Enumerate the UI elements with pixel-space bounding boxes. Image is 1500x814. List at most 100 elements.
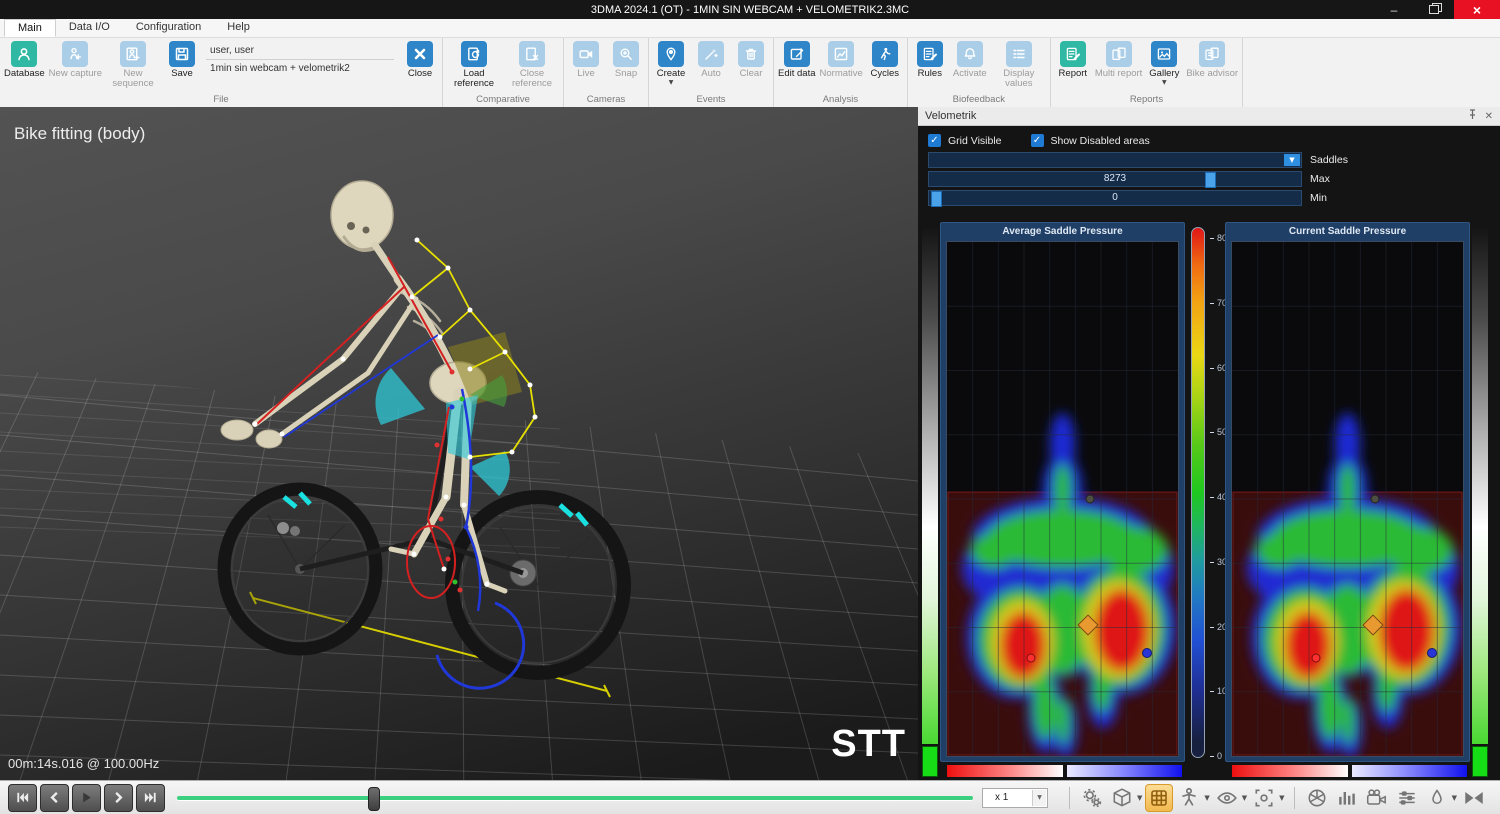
display-values-list-icon xyxy=(1006,41,1032,67)
settings-gears-button[interactable] xyxy=(1078,784,1106,812)
gallery-dropdown-caret[interactable]: ▼ xyxy=(1162,80,1167,86)
live-button[interactable]: Live xyxy=(566,41,606,79)
new-capture-button[interactable]: New capture xyxy=(47,41,104,79)
sliders-button[interactable] xyxy=(1393,784,1421,812)
snap-button[interactable]: Snap xyxy=(606,41,646,79)
tab-main[interactable]: Main xyxy=(4,19,56,37)
grid-view-button[interactable] xyxy=(1145,784,1173,812)
3d-viewport[interactable]: Bike fitting (body) 00m:14s.016 @ 100.00… xyxy=(0,107,918,780)
chart-button[interactable] xyxy=(1333,784,1361,812)
load-reference-label: Load reference xyxy=(447,69,501,90)
edit-data-button[interactable]: Edit data xyxy=(776,41,818,79)
group-comparative: Load reference Close reference Comparati… xyxy=(443,38,564,107)
thermometer-dropdown-caret[interactable]: ▼ xyxy=(1452,794,1457,802)
grid-visible-checkbox[interactable]: ✓ xyxy=(928,134,941,147)
skeleton-dropdown-caret[interactable]: ▼ xyxy=(1204,794,1209,802)
right-force-gradient-bar xyxy=(1472,227,1488,744)
playback-speed-select[interactable]: x 1 ▼ xyxy=(982,788,1048,808)
activate-button[interactable]: Activate xyxy=(950,41,990,79)
eye-dropdown-caret[interactable]: ▼ xyxy=(1242,794,1247,802)
close-reference-button[interactable]: Close reference xyxy=(503,41,561,90)
multi-report-button[interactable]: Multi report xyxy=(1093,41,1145,79)
min-slider-thumb[interactable] xyxy=(931,191,942,207)
video-camera-button[interactable] xyxy=(1363,784,1391,812)
left-force-gradient-bar xyxy=(922,227,938,744)
bike-advisor-icon xyxy=(1199,41,1225,67)
speed-dropdown-caret[interactable]: ▼ xyxy=(1032,790,1046,806)
cycles-button[interactable]: Cycles xyxy=(865,41,905,79)
current-pressure-heatmap xyxy=(1231,241,1464,757)
auto-wand-icon xyxy=(698,41,724,67)
session-info: user, user 1min sin webcam + velometrik2 xyxy=(206,43,394,77)
title-bar[interactable]: 3DMA 2024.1 (OT) - 1MIN SIN WEBCAM + VEL… xyxy=(0,0,1500,19)
play-button[interactable] xyxy=(72,784,101,812)
new-sequence-button[interactable]: New sequence xyxy=(104,41,162,90)
rules-button[interactable]: Rules xyxy=(910,41,950,79)
bike-advisor-button[interactable]: Bike advisor xyxy=(1184,41,1240,79)
normative-chart-icon xyxy=(828,41,854,67)
minimize-button[interactable]: – xyxy=(1374,0,1414,19)
timeline-track[interactable] xyxy=(177,796,973,800)
render-mirror-button[interactable] xyxy=(1460,784,1488,812)
cycles-walker-icon xyxy=(872,41,898,67)
gallery-button[interactable]: Gallery ▼ xyxy=(1144,41,1184,86)
tab-data-io[interactable]: Data I/O xyxy=(56,19,123,37)
playback-bar: x 1 ▼ ▼ ▼ ▼ ▼ ▼ xyxy=(0,780,1500,814)
timecode-readout: 00m:14s.016 @ 100.00Hz xyxy=(8,756,159,771)
left-force-indicator xyxy=(922,746,938,777)
create-event-button[interactable]: Create ▼ xyxy=(651,41,691,86)
group-file-label: File xyxy=(2,94,440,107)
group-analysis: Edit data Normative Cycles Analysis xyxy=(774,38,908,107)
max-slider-thumb[interactable] xyxy=(1205,172,1216,188)
snap-magnifier-icon xyxy=(613,41,639,67)
display-values-button[interactable]: Display values xyxy=(990,41,1048,90)
saddles-dropdown[interactable]: ▼ xyxy=(928,152,1302,168)
clear-events-button[interactable]: Clear xyxy=(731,41,771,79)
frame-dropdown-caret[interactable]: ▼ xyxy=(1279,794,1284,802)
database-label: Database xyxy=(4,69,45,79)
dropdown-arrow-icon[interactable]: ▼ xyxy=(1284,154,1300,166)
velometrik-panel-header[interactable]: Velometrik ✕ xyxy=(918,107,1500,126)
multi-report-icon xyxy=(1106,41,1132,67)
cube-dropdown-caret[interactable]: ▼ xyxy=(1137,794,1142,802)
visibility-eye-button[interactable] xyxy=(1213,784,1241,812)
report-button[interactable]: Report xyxy=(1053,41,1093,79)
report-doc-icon xyxy=(1060,41,1086,67)
maximize-button[interactable] xyxy=(1414,0,1454,19)
timeline-thumb[interactable] xyxy=(368,787,380,811)
playback-speed-value: x 1 xyxy=(995,792,1008,803)
left-peak-marker xyxy=(1027,654,1036,663)
reference-point-marker xyxy=(1371,495,1380,504)
aperture-button[interactable] xyxy=(1303,784,1331,812)
close-file-button[interactable]: Close xyxy=(400,41,440,79)
first-frame-button[interactable] xyxy=(8,784,37,812)
heatmap-canvas xyxy=(947,242,1178,756)
tab-help[interactable]: Help xyxy=(214,19,263,37)
load-reference-button[interactable]: Load reference xyxy=(445,41,503,90)
next-frame-button[interactable] xyxy=(104,784,133,812)
close-window-button[interactable]: × xyxy=(1454,0,1500,19)
save-button[interactable]: Save xyxy=(162,41,202,79)
close-panel-icon[interactable]: ✕ xyxy=(1485,111,1493,122)
timeline-slider[interactable] xyxy=(177,787,973,809)
auto-events-button[interactable]: Auto xyxy=(691,41,731,79)
average-balance-bars xyxy=(947,765,1182,777)
previous-frame-button[interactable] xyxy=(40,784,69,812)
database-button[interactable]: Database xyxy=(2,41,47,79)
create-dropdown-caret[interactable]: ▼ xyxy=(669,80,674,86)
tab-configuration[interactable]: Configuration xyxy=(123,19,214,37)
last-frame-button[interactable] xyxy=(136,784,165,812)
3d-cube-button[interactable] xyxy=(1108,784,1136,812)
skeleton-view-button[interactable] xyxy=(1175,784,1203,812)
max-slider[interactable]: 8273 xyxy=(928,171,1302,187)
group-file: Database New capture New sequence Save xyxy=(0,38,443,107)
close-file-label: Close xyxy=(408,69,432,79)
create-label: Create xyxy=(657,69,686,79)
show-disabled-checkbox[interactable]: ✓ xyxy=(1031,134,1044,147)
min-slider[interactable]: 0 xyxy=(928,190,1302,206)
normative-button[interactable]: Normative xyxy=(818,41,865,79)
thermometer-button[interactable] xyxy=(1423,784,1451,812)
pin-icon[interactable] xyxy=(1468,109,1477,123)
focus-frame-button[interactable] xyxy=(1250,784,1278,812)
reference-point-marker xyxy=(1086,495,1095,504)
